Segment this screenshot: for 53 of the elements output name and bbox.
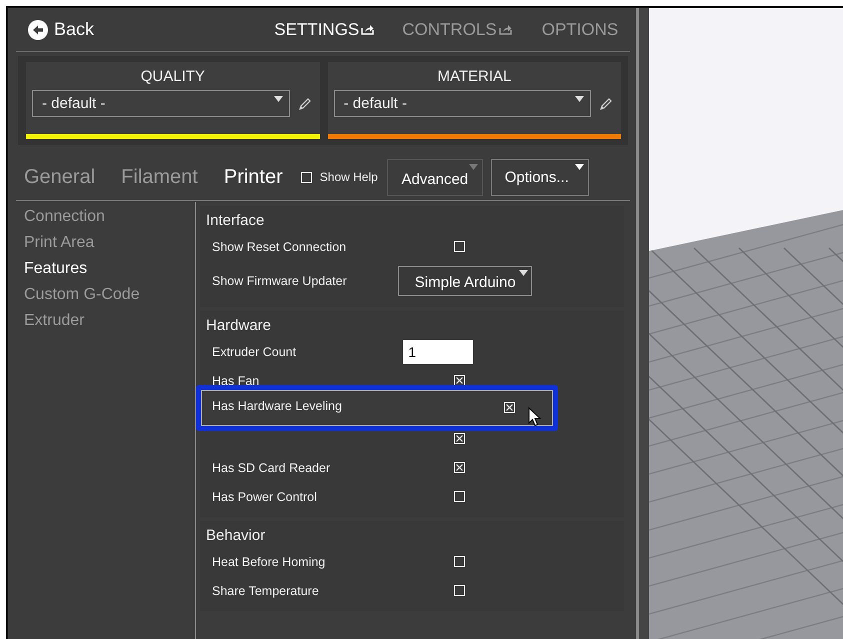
show-help-label[interactable]: Show Help	[320, 170, 378, 184]
pencil-icon[interactable]	[298, 96, 312, 110]
checkbox[interactable]	[454, 585, 465, 596]
header-tab[interactable]: SETTINGS	[274, 20, 374, 40]
scrollbar[interactable]	[636, 8, 650, 639]
setting-label: Has Fan	[212, 374, 260, 388]
section-title: Behavior	[205, 527, 266, 546]
checkbox[interactable]	[454, 556, 465, 567]
checkbox[interactable]	[454, 491, 465, 502]
section-title: Interface	[205, 212, 266, 231]
number-field[interactable]: 1	[403, 340, 474, 364]
header-tab[interactable]: CONTROLS	[402, 20, 512, 40]
setting-label: Has Hardware Leveling	[212, 399, 342, 413]
setting-label: Show Firmware Updater	[212, 274, 347, 288]
setting-label: Share Temperature	[212, 584, 319, 598]
checkbox[interactable]	[454, 462, 465, 473]
setting-label: Heat Before Homing	[212, 554, 326, 568]
sidebar-item[interactable]: Extruder	[24, 310, 195, 336]
setting-label: Has SD Card Reader	[212, 460, 330, 474]
category-tab[interactable]: General	[24, 166, 96, 188]
checkbox[interactable]	[504, 402, 515, 413]
category-tab[interactable]: Filament	[121, 166, 198, 188]
pencil-icon[interactable]	[599, 96, 614, 110]
section-title: Hardware	[205, 317, 272, 336]
header-tab[interactable]: OPTIONS	[542, 20, 618, 40]
share-icon	[361, 24, 374, 35]
sidebar-item[interactable]: Connection	[24, 206, 195, 232]
profile-title: QUALITY	[140, 68, 206, 87]
setting-label: Extruder Count	[212, 344, 296, 358]
mode-dropdown[interactable]: Advanced	[386, 158, 483, 196]
dropdown-arrow-icon	[468, 164, 478, 170]
back-button[interactable]: Back	[16, 19, 94, 40]
dropdown-arrow-icon	[519, 270, 528, 276]
sidebar-item[interactable]: Custom G-Code	[24, 284, 195, 310]
profile-dropdown[interactable]: - default -	[334, 90, 592, 117]
checkbox[interactable]	[454, 241, 465, 252]
profile-dropdown[interactable]: - default -	[32, 90, 290, 117]
setting-label: Show Reset Connection	[212, 240, 346, 254]
share-icon	[498, 24, 512, 35]
cursor-icon	[528, 407, 542, 427]
checkbox[interactable]	[300, 172, 312, 182]
options-button[interactable]: Options...	[490, 158, 589, 196]
checkbox[interactable]	[454, 375, 465, 386]
checkbox[interactable]	[454, 433, 465, 444]
firmware-dropdown[interactable]: Simple Arduino	[398, 266, 532, 296]
sidebar-item[interactable]: Print Area	[24, 232, 195, 258]
dropdown-arrow-icon	[575, 96, 584, 102]
dropdown-arrow-icon	[574, 164, 584, 170]
dropdown-arrow-icon	[274, 96, 283, 102]
setting-label: Has Power Control	[212, 490, 317, 504]
profile-title: MATERIAL	[436, 68, 512, 87]
category-tab[interactable]: Printer	[224, 166, 283, 188]
sidebar-item[interactable]: Features	[24, 258, 195, 284]
